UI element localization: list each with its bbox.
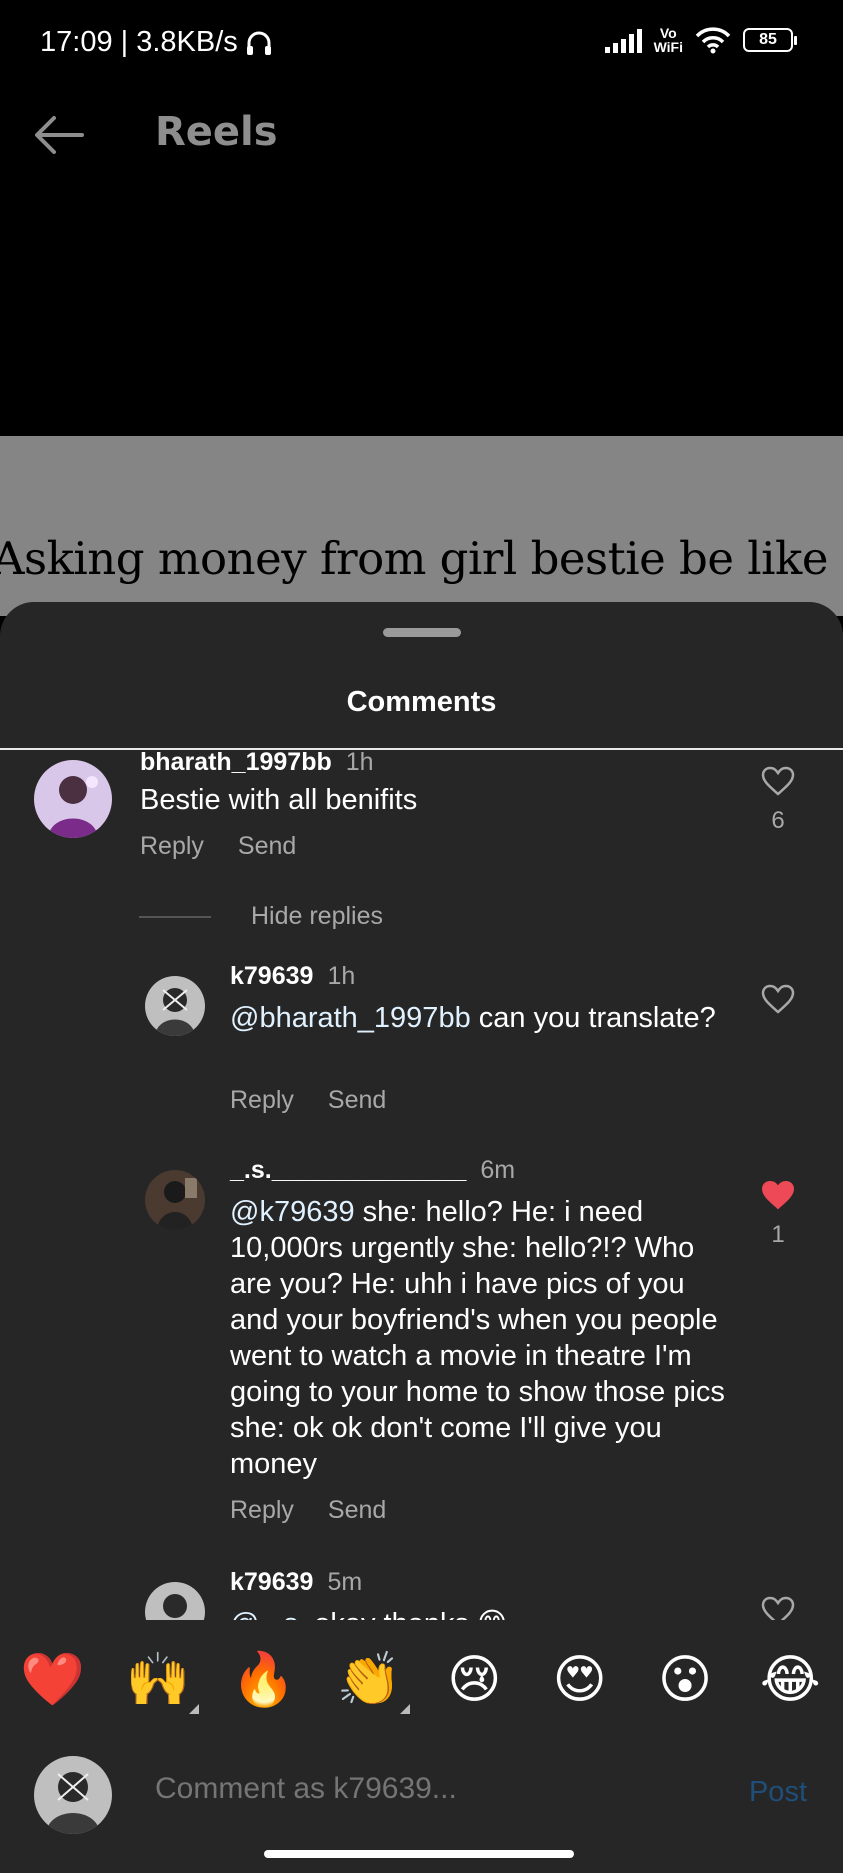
heart-outline-icon	[761, 1596, 795, 1620]
reel-video[interactable]: Asking money from girl bestie be like	[0, 436, 843, 616]
avatar[interactable]	[145, 1582, 205, 1620]
mention-link[interactable]: @bharath_1997bb	[230, 1002, 471, 1034]
sheet-drag-handle[interactable]	[383, 628, 461, 637]
reaction-heart[interactable]: ❤️	[18, 1649, 88, 1710]
hide-replies-button[interactable]: Hide replies	[139, 902, 383, 931]
heart-filled-icon	[761, 1180, 795, 1210]
comment-text: @k79639 she: hello? He: i need 10,000rs …	[230, 1196, 725, 1480]
send-button[interactable]: Send	[238, 832, 296, 861]
reaction-crying[interactable]: 😢	[439, 1650, 509, 1710]
mention-link[interactable]: @k79639	[230, 1196, 355, 1228]
battery-indicator: 85	[743, 28, 797, 52]
comment-username[interactable]: k79639 5m	[230, 1568, 362, 1597]
skin-tone-indicator	[189, 1704, 200, 1714]
top-bar: Reels	[0, 95, 843, 175]
comment-text: @bharath_1997bb can you translate?	[230, 1002, 716, 1034]
own-avatar	[34, 1756, 112, 1834]
avatar[interactable]	[145, 1170, 205, 1230]
comment-time: 1h	[327, 962, 356, 990]
comment-text: @_.s. okay thanks 😊	[230, 1606, 730, 1620]
like-button[interactable]	[758, 1596, 798, 1620]
avatar[interactable]	[34, 760, 112, 838]
wifi-icon	[695, 27, 731, 54]
comment-username[interactable]: _.s.______________ 6m	[230, 1156, 515, 1185]
reaction-laughing[interactable]: 😂	[755, 1650, 825, 1710]
like-count: 1	[771, 1221, 785, 1248]
comment-text: Bestie with all benifits	[140, 784, 418, 816]
sheet-title: Comments	[346, 686, 497, 718]
comment-list[interactable]: bharath_1997bb 1h Bestie with all benifit…	[0, 750, 843, 1620]
reply-button[interactable]: Reply	[230, 1496, 294, 1525]
comments-sheet: Comments bharath_1997bb 1h Bestie with al…	[0, 602, 843, 1873]
hide-replies-label: Hide replies	[251, 902, 384, 930]
mention-link[interactable]: @_.s.	[230, 1608, 306, 1620]
comment-composer: Post	[0, 1742, 843, 1842]
comment-time: 5m	[327, 1568, 363, 1596]
comment-time: 6m	[480, 1156, 516, 1184]
reply-button[interactable]: Reply	[140, 832, 204, 861]
quick-reactions-bar: ❤️ 🙌 🔥 👏 😢 😍 😮 😂	[0, 1622, 843, 1737]
reaction-fire[interactable]: 🔥	[228, 1649, 298, 1710]
comment-actions: Reply Send	[230, 1086, 386, 1115]
reaction-raising-hands[interactable]: 🙌	[123, 1649, 200, 1714]
back-arrow-icon[interactable]	[32, 113, 86, 157]
comment-time: 1h	[345, 750, 374, 776]
heart-outline-icon	[761, 984, 795, 1014]
heart-outline-icon	[761, 766, 795, 796]
status-icons: Vo WiFi 85	[604, 25, 797, 55]
comment-actions: Reply Send	[230, 1496, 386, 1525]
comment-username[interactable]: k79639 1h	[230, 962, 355, 991]
skin-tone-indicator	[399, 1704, 410, 1714]
reaction-clapping[interactable]: 👏	[334, 1649, 410, 1714]
signal-icon	[604, 27, 642, 53]
status-bar: 17:09 | 3.8KB/s Vo WiFi 85	[0, 0, 843, 90]
like-count: 6	[771, 807, 785, 834]
send-button[interactable]: Send	[328, 1086, 386, 1115]
video-caption: Asking money from girl bestie be like	[0, 532, 828, 585]
home-indicator[interactable]	[264, 1850, 574, 1858]
page-title: Reels	[155, 109, 278, 155]
status-time: 17:09 | 3.8KB/s	[40, 26, 238, 58]
send-button[interactable]: Send	[328, 1496, 386, 1525]
reaction-surprised[interactable]: 😮	[650, 1650, 720, 1710]
comment-username[interactable]: bharath_1997bb 1h	[140, 750, 374, 777]
comment-input[interactable]	[155, 1772, 715, 1806]
replies-line	[139, 915, 211, 918]
reaction-heart-eyes[interactable]: 😍	[545, 1650, 615, 1710]
like-button[interactable]	[758, 984, 798, 1019]
like-button[interactable]: 6	[758, 766, 798, 835]
vowifi-label: Vo WiFi	[653, 25, 683, 55]
avatar[interactable]	[145, 976, 205, 1036]
like-button[interactable]: 1	[758, 1180, 798, 1249]
headphones-icon	[247, 31, 271, 55]
post-button[interactable]: Post	[749, 1776, 807, 1809]
reply-button[interactable]: Reply	[230, 1086, 294, 1115]
comment-actions: Reply Send	[140, 832, 296, 861]
